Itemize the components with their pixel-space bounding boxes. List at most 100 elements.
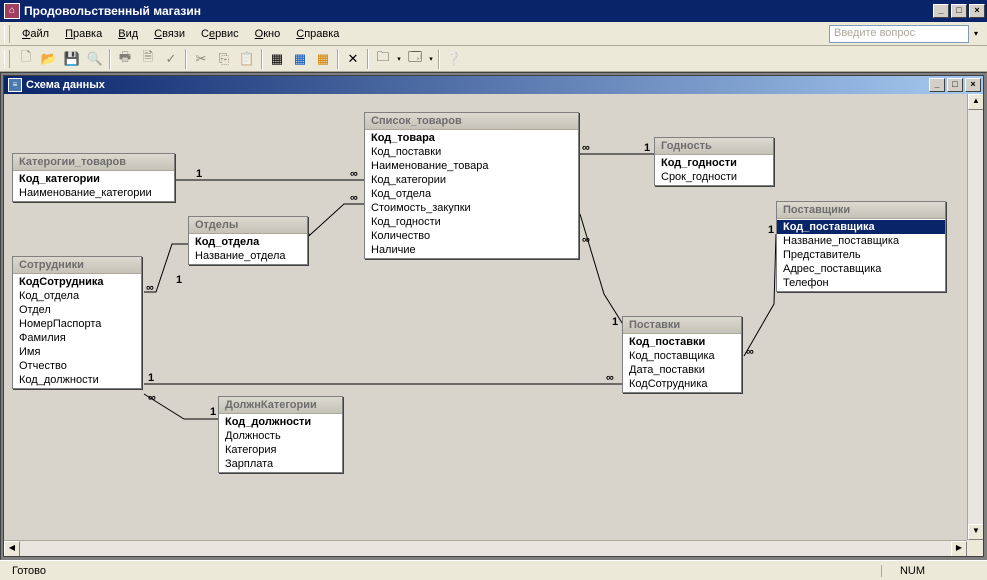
field[interactable]: Наличие bbox=[365, 243, 578, 257]
vertical-scrollbar[interactable]: ▲ ▼ bbox=[967, 94, 983, 540]
menu-help[interactable]: Справка bbox=[288, 25, 347, 43]
field[interactable]: Название_отдела bbox=[189, 249, 307, 263]
clear-layout-icon[interactable]: ✕ bbox=[342, 48, 364, 70]
scroll-left-icon[interactable]: ◀ bbox=[4, 541, 20, 556]
table-header[interactable]: Список_товаров bbox=[365, 113, 578, 130]
field[interactable]: НомерПаспорта bbox=[13, 317, 141, 331]
table-header[interactable]: Поставки bbox=[623, 317, 741, 334]
field[interactable]: Срок_годности bbox=[655, 170, 773, 184]
print-preview-icon[interactable]: 🗎 bbox=[137, 48, 159, 70]
table-header[interactable]: ДолжнКатегории bbox=[219, 397, 342, 414]
table-goods[interactable]: Список_товаров Код_товара Код_поставки Н… bbox=[364, 112, 579, 259]
new-icon[interactable]: 🗋 bbox=[15, 48, 37, 70]
field[interactable]: Представитель bbox=[777, 248, 945, 262]
menu-grip[interactable] bbox=[4, 25, 10, 43]
menu-relations[interactable]: Связи bbox=[146, 25, 193, 43]
field[interactable]: Наименование_товара bbox=[365, 159, 578, 173]
field[interactable]: Категория bbox=[219, 443, 342, 457]
copy-icon[interactable]: ⎘ bbox=[213, 48, 235, 70]
table-validity[interactable]: Годность Код_годности Срок_годности bbox=[654, 137, 774, 186]
horizontal-scrollbar[interactable]: ◀ ▶ bbox=[4, 540, 967, 556]
card-label: 1 bbox=[176, 274, 182, 286]
dropdown-arrow-icon[interactable]: ▾ bbox=[427, 55, 435, 63]
field-pk[interactable]: Код_категории bbox=[13, 172, 174, 186]
table-header[interactable]: Годность bbox=[655, 138, 773, 155]
minimize-button[interactable]: _ bbox=[933, 4, 949, 18]
table-suppliers[interactable]: Поставщики Код_поставщика Название_поста… bbox=[776, 201, 946, 292]
field[interactable]: КодСотрудника bbox=[623, 377, 741, 391]
maximize-button[interactable]: □ bbox=[951, 4, 967, 18]
field-pk-selected[interactable]: Код_поставщика bbox=[777, 220, 945, 234]
show-all-rel-icon[interactable]: ▦ bbox=[312, 48, 334, 70]
field[interactable]: Отдел bbox=[13, 303, 141, 317]
spellcheck-icon[interactable]: ✓ bbox=[160, 48, 182, 70]
schema-canvas[interactable]: 1 ∞ 1 ∞ 1 ∞ 1 ∞ 1 ∞ 1 ∞ 1 ∞ 1 ∞ Катероги… bbox=[4, 94, 983, 556]
field-pk[interactable]: Код_отдела bbox=[189, 235, 307, 249]
field[interactable]: Отчество bbox=[13, 359, 141, 373]
card-label: ∞ bbox=[582, 142, 590, 154]
field-pk[interactable]: Код_должности bbox=[219, 415, 342, 429]
field[interactable]: Код_отдела bbox=[365, 187, 578, 201]
field-pk[interactable]: Код_поставки bbox=[623, 335, 741, 349]
field[interactable]: Код_поставки bbox=[365, 145, 578, 159]
field[interactable]: Наименование_категории bbox=[13, 186, 174, 200]
open-icon[interactable]: 📂 bbox=[38, 48, 60, 70]
table-categories[interactable]: Катерогии_товаров Код_категории Наименов… bbox=[12, 153, 175, 202]
search-file-icon[interactable]: 🔍 bbox=[84, 48, 106, 70]
field[interactable]: Стоимость_закупки bbox=[365, 201, 578, 215]
field[interactable]: Телефон bbox=[777, 276, 945, 290]
mdi-close-button[interactable]: × bbox=[965, 78, 981, 92]
table-header[interactable]: Поставщики bbox=[777, 202, 945, 219]
field[interactable]: Код_категории bbox=[365, 173, 578, 187]
field[interactable]: Должность bbox=[219, 429, 342, 443]
print-icon[interactable]: 🖶 bbox=[114, 48, 136, 70]
field[interactable]: Дата_поставки bbox=[623, 363, 741, 377]
scroll-down-icon[interactable]: ▼ bbox=[968, 524, 983, 540]
field[interactable]: Код_должности bbox=[13, 373, 141, 387]
table-deliveries[interactable]: Поставки Код_поставки Код_поставщика Дат… bbox=[622, 316, 742, 393]
paste-icon[interactable]: 📋 bbox=[236, 48, 258, 70]
scroll-right-icon[interactable]: ▶ bbox=[951, 541, 967, 556]
field[interactable]: Название_поставщика bbox=[777, 234, 945, 248]
field[interactable]: Количество bbox=[365, 229, 578, 243]
save-icon[interactable]: 💾 bbox=[61, 48, 83, 70]
field[interactable]: Фамилия bbox=[13, 331, 141, 345]
menu-view[interactable]: Вид bbox=[110, 25, 146, 43]
window-icon[interactable]: 🗔 bbox=[404, 48, 426, 70]
table-header[interactable]: Сотрудники bbox=[13, 257, 141, 274]
menu-service[interactable]: Сервис bbox=[193, 25, 247, 43]
help-icon[interactable]: ❔ bbox=[443, 48, 465, 70]
card-label: 1 bbox=[644, 142, 650, 154]
menu-window[interactable]: Окно bbox=[247, 25, 289, 43]
scroll-up-icon[interactable]: ▲ bbox=[968, 94, 983, 110]
menu-edit[interactable]: Правка bbox=[57, 25, 110, 43]
field[interactable]: Код_поставщика bbox=[623, 349, 741, 363]
field[interactable]: Код_годности bbox=[365, 215, 578, 229]
table-header[interactable]: Катерогии_товаров bbox=[13, 154, 174, 171]
field[interactable]: Код_отдела bbox=[13, 289, 141, 303]
dropdown-arrow-icon[interactable]: ▾ bbox=[395, 55, 403, 63]
menu-file[interactable]: Файл bbox=[14, 25, 57, 43]
table-header[interactable]: Отделы bbox=[189, 217, 307, 234]
table-employees[interactable]: Сотрудники КодСотрудника Код_отдела Отде… bbox=[12, 256, 142, 389]
mdi-maximize-button[interactable]: □ bbox=[947, 78, 963, 92]
field-pk[interactable]: Код_товара bbox=[365, 131, 578, 145]
table-positions[interactable]: ДолжнКатегории Код_должности Должность К… bbox=[218, 396, 343, 473]
new-object-icon[interactable]: 🗀 bbox=[372, 48, 394, 70]
cut-icon[interactable]: ✂ bbox=[190, 48, 212, 70]
field[interactable]: Адрес_поставщика bbox=[777, 262, 945, 276]
table-departments[interactable]: Отделы Код_отдела Название_отдела bbox=[188, 216, 308, 265]
field[interactable]: Зарплата bbox=[219, 457, 342, 471]
show-table-icon[interactable]: ▦ bbox=[266, 48, 288, 70]
show-direct-rel-icon[interactable]: ▦ bbox=[289, 48, 311, 70]
card-label: ∞ bbox=[350, 168, 358, 180]
mdi-minimize-button[interactable]: _ bbox=[929, 78, 945, 92]
field[interactable]: Имя bbox=[13, 345, 141, 359]
mdi-titlebar[interactable]: ≡ Схема данных _ □ × bbox=[4, 76, 983, 94]
help-search-input[interactable]: Введите вопрос bbox=[829, 25, 969, 43]
field-pk[interactable]: КодСотрудника bbox=[13, 275, 141, 289]
toolbar-grip[interactable] bbox=[4, 50, 10, 68]
close-button[interactable]: × bbox=[969, 4, 985, 18]
field-pk[interactable]: Код_годности bbox=[655, 156, 773, 170]
help-dropdown-icon[interactable]: ▾ bbox=[969, 25, 983, 43]
